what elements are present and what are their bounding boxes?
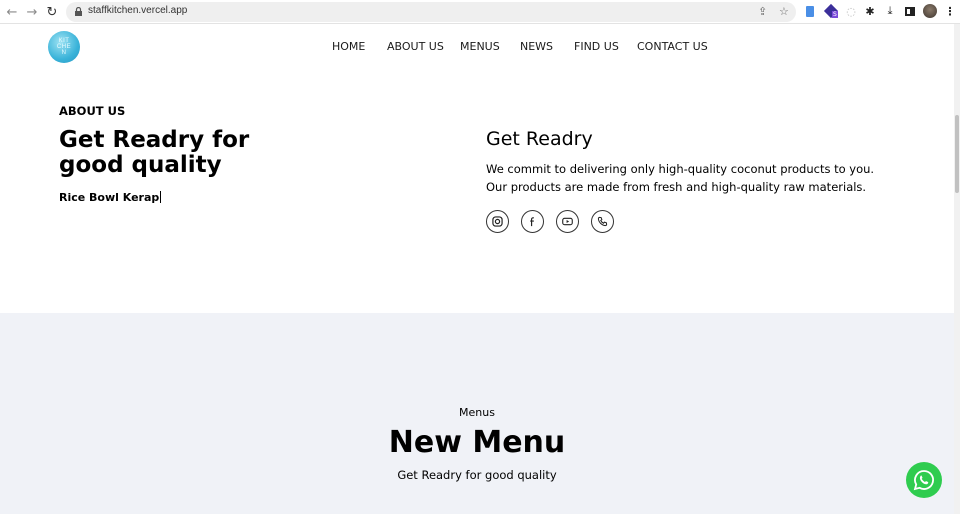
about-section: ABOUT US Get Readry for good quality Ric… bbox=[0, 74, 954, 313]
youtube-button[interactable] bbox=[556, 210, 579, 233]
logo-text: N bbox=[61, 50, 67, 56]
about-description: We commit to delivering only high-qualit… bbox=[486, 162, 875, 194]
page-viewport: KIT CHE N HOME ABOUT US MENUS NEWS FIND US… bbox=[0, 24, 954, 514]
section-label: ABOUT US bbox=[59, 104, 126, 118]
reload-button[interactable]: ↻ bbox=[43, 3, 61, 21]
phone-button[interactable] bbox=[591, 210, 614, 233]
facebook-icon bbox=[530, 217, 534, 227]
page-scrollbar[interactable] bbox=[954, 24, 960, 514]
whatsapp-icon bbox=[913, 470, 934, 491]
puzzle-icon[interactable]: ✱ bbox=[863, 4, 877, 18]
nav-menus[interactable]: MENUS bbox=[460, 40, 500, 53]
phone-icon bbox=[597, 216, 608, 227]
lock-icon bbox=[75, 7, 82, 16]
kitchen-logo[interactable]: KIT CHE N bbox=[48, 31, 80, 63]
share-icon[interactable]: ⇪ bbox=[758, 5, 767, 18]
nav-contact-us[interactable]: CONTACT US bbox=[637, 40, 708, 53]
whatsapp-button[interactable] bbox=[906, 462, 942, 498]
youtube-icon bbox=[562, 217, 573, 226]
about-right-title: Get Readry bbox=[486, 128, 593, 150]
sidepanel-icon[interactable] bbox=[903, 4, 917, 18]
menus-title: New Menu bbox=[388, 425, 566, 460]
browser-toolbar: ← → ↻ staffkitchen.vercel.app ⇪ ☆ S ◌ ✱ … bbox=[0, 0, 960, 24]
profile-avatar[interactable] bbox=[923, 4, 937, 18]
circle-extension-icon[interactable]: ◌ bbox=[844, 4, 858, 18]
scrollbar-thumb[interactable] bbox=[955, 115, 959, 193]
nav-news[interactable]: NEWS bbox=[520, 40, 553, 53]
menus-section: Menus New Menu Get Readry for good quali… bbox=[0, 313, 954, 514]
menus-label: Menus bbox=[459, 406, 495, 419]
typed-text-value: Rice Bowl Kerap bbox=[59, 191, 160, 204]
nav-home[interactable]: HOME bbox=[332, 40, 365, 53]
forward-button[interactable]: → bbox=[23, 3, 41, 21]
url-text: staffkitchen.vercel.app bbox=[88, 5, 188, 16]
stack-extension-icon[interactable]: S bbox=[823, 3, 839, 19]
bookmark-star-icon[interactable]: ☆ bbox=[779, 5, 789, 18]
text-caret bbox=[160, 191, 162, 203]
menus-subtitle: Get Readry for good quality bbox=[397, 468, 557, 482]
about-title: Get Readry for good quality bbox=[59, 127, 250, 178]
site-header: KIT CHE N HOME ABOUT US MENUS NEWS FIND US… bbox=[0, 24, 954, 74]
clipboard-extension-icon[interactable] bbox=[803, 4, 817, 18]
instagram-button[interactable] bbox=[486, 210, 509, 233]
typed-text: Rice Bowl Kerap bbox=[59, 191, 162, 204]
back-button[interactable]: ← bbox=[3, 3, 21, 21]
kebab-menu-icon[interactable]: ⋮ bbox=[943, 4, 957, 18]
nav-find-us[interactable]: FIND US bbox=[574, 40, 619, 53]
facebook-button[interactable] bbox=[521, 210, 544, 233]
address-bar[interactable]: staffkitchen.vercel.app ⇪ ☆ bbox=[66, 2, 796, 22]
instagram-icon bbox=[492, 216, 503, 227]
nav-about-us[interactable]: ABOUT US bbox=[387, 40, 444, 53]
download-icon[interactable]: ⤓ bbox=[883, 4, 897, 18]
